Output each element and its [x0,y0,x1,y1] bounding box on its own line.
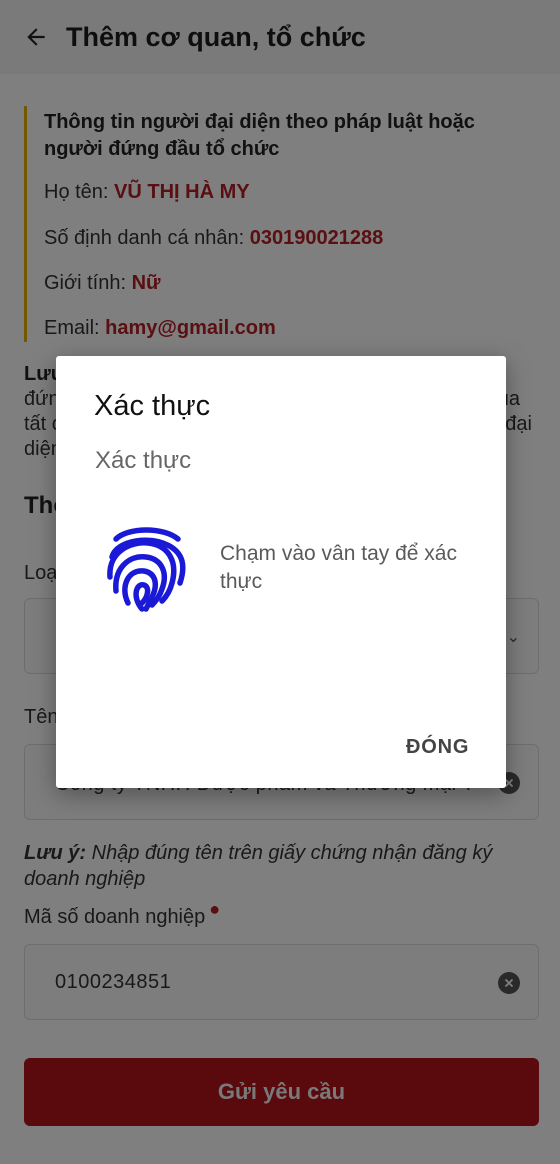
dialog-subtitle: Xác thực [95,447,192,474]
dialog-title: Xác thực [94,390,211,422]
auth-dialog: Xác thực Xác thực Chạm vào vân tay để xá… [56,356,506,788]
close-button[interactable]: ĐÓNG [406,736,469,759]
dialog-description: Chạm vào vân tay để xác thực [220,542,457,593]
fingerprint-icon [107,527,186,612]
